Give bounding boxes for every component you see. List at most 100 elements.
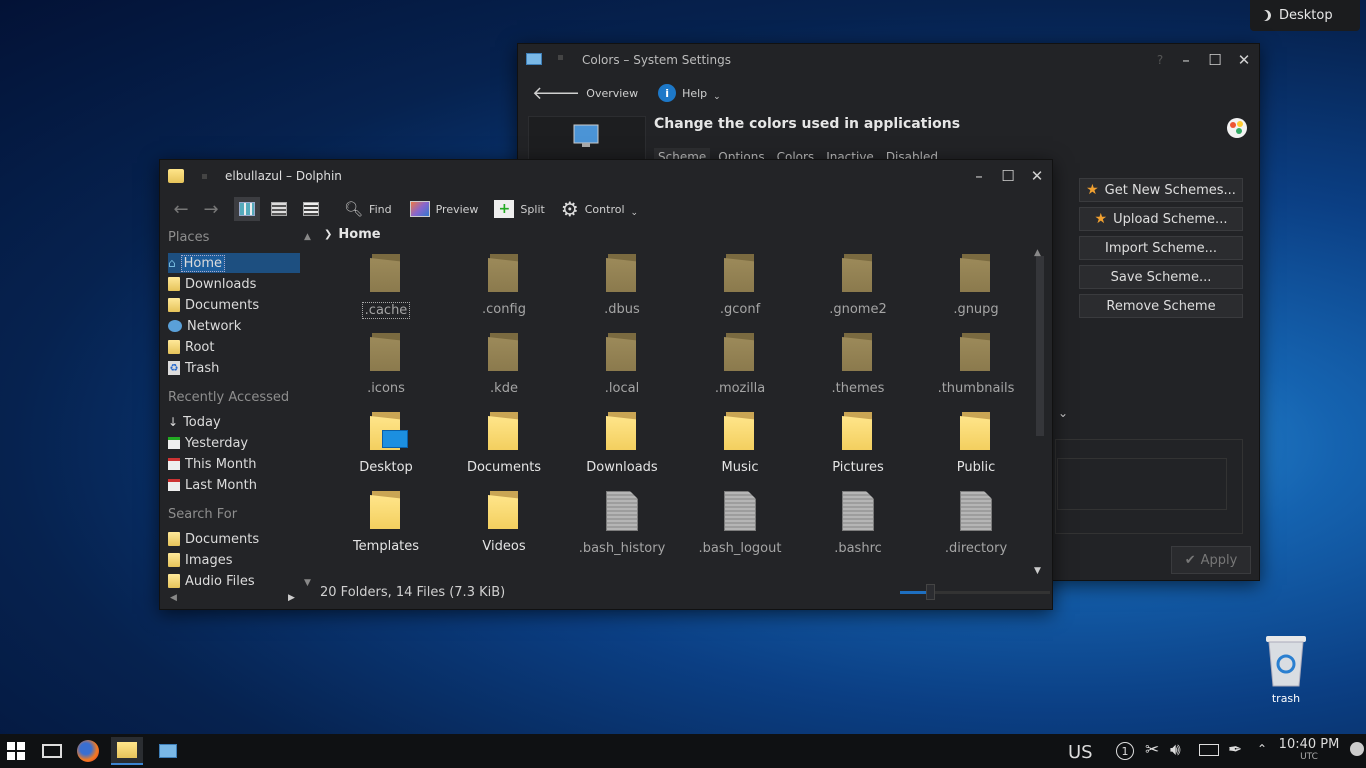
places-item-trash[interactable]: ♻ Trash	[168, 358, 219, 378]
close-button[interactable]: ✕	[1024, 160, 1050, 192]
zoom-slider[interactable]	[900, 584, 1050, 600]
recent-item-yesterday[interactable]: Yesterday	[168, 433, 248, 453]
file-item[interactable]: .bash_history	[566, 491, 678, 556]
help-icon[interactable]: ?	[1147, 44, 1173, 76]
keyboard-layout[interactable]: US	[1068, 742, 1093, 763]
scroll-up-icon[interactable]: ▲	[304, 232, 311, 242]
recent-item-this-month[interactable]: This Month	[168, 454, 256, 474]
desktop-trash[interactable]: trash	[1255, 632, 1317, 705]
file-view[interactable]: .cache .config .dbus .gconf .gnome2 .gnupg .ic…	[320, 226, 1050, 581]
show-desktop-icon[interactable]	[1350, 742, 1364, 756]
maximize-button[interactable]: ☐	[995, 160, 1021, 192]
help-button[interactable]: i Help ⌄	[652, 79, 727, 107]
overview-button[interactable]: 🡐 Overview	[526, 79, 644, 107]
close-button[interactable]: ✕	[1231, 44, 1257, 76]
places-item-root[interactable]: Root	[168, 337, 214, 357]
file-item[interactable]: Videos	[448, 491, 560, 554]
scroll-right-icon[interactable]: ▶	[288, 593, 295, 603]
file-item[interactable]: .directory	[920, 491, 1032, 556]
firefox-button[interactable]	[72, 737, 104, 765]
scroll-up-icon[interactable]: ▲	[1034, 248, 1041, 258]
file-item[interactable]: .local	[566, 333, 678, 396]
file-item[interactable]: .kde	[448, 333, 560, 396]
file-item[interactable]: Downloads	[566, 412, 678, 475]
clock[interactable]: 10:40 PM UTC	[1278, 737, 1340, 762]
file-item[interactable]: Desktop	[330, 412, 442, 475]
control-button[interactable]: ⚙ Control ⌄	[555, 195, 644, 223]
pin-icon[interactable]	[202, 174, 207, 179]
dolphin-titlebar[interactable]: elbullazul – Dolphin – ☐ ✕	[160, 160, 1052, 192]
places-item-documents[interactable]: Documents	[168, 295, 259, 315]
compact-view-button[interactable]	[266, 197, 292, 221]
file-item[interactable]: Public	[920, 412, 1032, 475]
file-item[interactable]: .gconf	[684, 254, 796, 317]
chevron-up-icon[interactable]: ⌃	[1257, 742, 1267, 756]
dolphin-toolbar: ← → 🔍︎ Find Preview + Split ⚙ Control ⌄	[166, 192, 644, 226]
scroll-left-icon[interactable]: ◀	[170, 593, 177, 603]
file-item[interactable]: .gnome2	[802, 254, 914, 317]
file-item[interactable]: .bash_logout	[684, 491, 796, 556]
folder-icon	[724, 412, 756, 450]
file-item[interactable]: .thumbnails	[920, 333, 1032, 396]
file-item[interactable]: .gnupg	[920, 254, 1032, 317]
icons-view-button[interactable]	[234, 197, 260, 221]
forward-icon[interactable]: →	[196, 199, 226, 220]
places-item-home[interactable]: ⌂ Home	[168, 253, 300, 273]
import-scheme-button[interactable]: Import Scheme...	[1079, 236, 1243, 260]
start-button[interactable]	[0, 737, 32, 765]
upload-scheme-button[interactable]: ★ Upload Scheme...	[1079, 207, 1243, 231]
system-monitor-icon	[573, 124, 599, 147]
file-item[interactable]: Pictures	[802, 412, 914, 475]
get-new-schemes-button[interactable]: ★ Get New Schemes...	[1079, 178, 1243, 202]
pen-icon[interactable]: ✒	[1228, 740, 1242, 760]
scissors-icon[interactable]: ✂	[1145, 740, 1159, 760]
minimize-button[interactable]: –	[1173, 44, 1199, 76]
file-name: .thumbnails	[937, 381, 1015, 396]
notifications-icon[interactable]: 1	[1116, 742, 1134, 760]
places-item-downloads[interactable]: Downloads	[168, 274, 256, 294]
desktop-pager[interactable]: Desktop	[1250, 0, 1360, 31]
file-item[interactable]: .cache	[330, 254, 442, 319]
zoom-slider-handle[interactable]	[926, 584, 935, 600]
dolphin-task-button[interactable]	[111, 737, 143, 765]
split-button[interactable]: + Split	[488, 195, 550, 223]
settings-titlebar[interactable]: Colors – System Settings ? – ☐ ✕	[518, 44, 1259, 76]
file-item[interactable]: .config	[448, 254, 560, 317]
file-name: .local	[604, 381, 640, 396]
search-item-images[interactable]: Images	[168, 550, 233, 570]
clock-tz: UTC	[1300, 752, 1318, 762]
recent-item-last-month[interactable]: Last Month	[168, 475, 257, 495]
pin-icon[interactable]	[558, 55, 563, 60]
details-view-button[interactable]	[298, 197, 324, 221]
search-item-documents[interactable]: Documents	[168, 529, 259, 549]
save-scheme-button[interactable]: Save Scheme...	[1079, 265, 1243, 289]
minimize-button[interactable]: –	[966, 160, 992, 192]
chevron-down-icon[interactable]: ⌄	[1058, 406, 1068, 420]
file-item[interactable]: .themes	[802, 333, 914, 396]
back-icon[interactable]: ←	[166, 199, 196, 220]
remove-scheme-button[interactable]: Remove Scheme	[1079, 294, 1243, 318]
scroll-down-icon[interactable]: ▼	[304, 578, 311, 588]
volume-icon[interactable]: 🔊︎	[1170, 740, 1181, 760]
scrollbar[interactable]	[1036, 256, 1044, 436]
file-item[interactable]: .icons	[330, 333, 442, 396]
file-name: Music	[721, 460, 759, 475]
file-item[interactable]: .bashrc	[802, 491, 914, 556]
file-item[interactable]: Music	[684, 412, 796, 475]
folder-icon	[724, 333, 756, 371]
file-item[interactable]: Documents	[448, 412, 560, 475]
battery-icon[interactable]	[1199, 744, 1219, 756]
file-item[interactable]: .mozilla	[684, 333, 796, 396]
scroll-down-icon[interactable]: ▼	[1034, 566, 1041, 576]
places-item-network[interactable]: Network	[168, 316, 241, 336]
apply-button[interactable]: ✔ Apply	[1171, 546, 1251, 574]
maximize-button[interactable]: ☐	[1202, 44, 1228, 76]
recent-item-today[interactable]: ↓ Today	[168, 412, 221, 432]
find-button[interactable]: 🔍︎ Find	[338, 195, 398, 223]
settings-task-button[interactable]	[152, 737, 184, 765]
search-item-audio[interactable]: Audio Files	[168, 571, 255, 591]
task-view-button[interactable]	[36, 737, 68, 765]
preview-button[interactable]: Preview	[404, 195, 485, 223]
file-item[interactable]: Templates	[330, 491, 442, 554]
file-item[interactable]: .dbus	[566, 254, 678, 317]
